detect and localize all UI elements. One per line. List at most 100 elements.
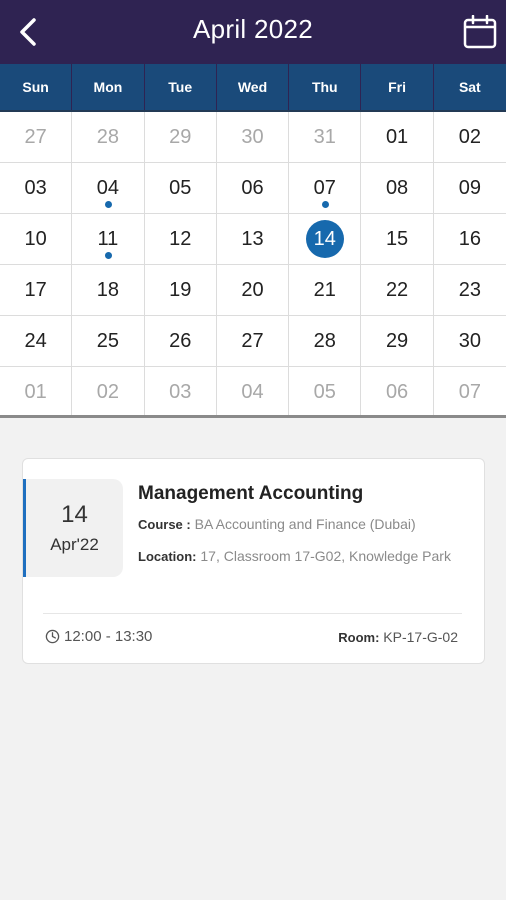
course-label: Course : bbox=[138, 517, 191, 532]
calendar-bottom-divider bbox=[0, 415, 506, 418]
day-number: 18 bbox=[96, 279, 120, 301]
event-day: 14 bbox=[61, 501, 88, 528]
day-number: 25 bbox=[96, 330, 120, 352]
calendar-day[interactable]: 18 bbox=[72, 265, 145, 316]
app-header: April 2022 bbox=[0, 0, 506, 64]
calendar-day[interactable]: 12 bbox=[144, 214, 217, 265]
calendar-day[interactable]: 17 bbox=[0, 265, 73, 316]
weekday-thu: Thu bbox=[289, 64, 362, 110]
calendar-day[interactable]: 13 bbox=[216, 214, 290, 265]
event-room: Room: KP-17-G-02 bbox=[338, 629, 458, 645]
weekday-fri: Fri bbox=[361, 64, 434, 110]
event-date-box: 14 Apr'22 bbox=[23, 479, 123, 577]
calendar-day[interactable]: 09 bbox=[433, 163, 506, 214]
course-value: BA Accounting and Finance (Dubai) bbox=[194, 516, 416, 532]
day-number: 21 bbox=[313, 279, 336, 301]
day-number: 02 bbox=[458, 126, 481, 148]
calendar-day[interactable]: 27 bbox=[216, 316, 290, 367]
calendar-day[interactable]: 24 bbox=[0, 316, 73, 367]
event-course: Course : BA Accounting and Finance (Duba… bbox=[138, 510, 473, 539]
weekday-sat: Sat bbox=[458, 79, 481, 95]
calendar-day[interactable]: 03 bbox=[144, 367, 217, 418]
day-number: 07 bbox=[458, 381, 481, 403]
calendar-day[interactable]: 29 bbox=[361, 316, 434, 367]
calendar-day[interactable]: 05 bbox=[289, 367, 362, 418]
calendar-day-selected[interactable]: 14 bbox=[289, 214, 362, 265]
calendar-day[interactable]: 22 bbox=[361, 265, 434, 316]
day-number: 03 bbox=[24, 177, 47, 199]
calendar-day[interactable]: 28 bbox=[72, 112, 145, 163]
day-number: 27 bbox=[241, 330, 264, 352]
day-number: 03 bbox=[169, 381, 192, 403]
calendar-day[interactable]: 31 bbox=[289, 112, 362, 163]
event-indicator-dot bbox=[104, 252, 112, 259]
location-label: Location: bbox=[138, 549, 197, 564]
calendar-day[interactable]: 07 bbox=[289, 163, 362, 214]
event-title: Management Accounting bbox=[138, 483, 364, 504]
calendar-day[interactable]: 28 bbox=[289, 316, 362, 367]
day-number: 04 bbox=[241, 381, 264, 403]
calendar-day[interactable]: 30 bbox=[433, 316, 506, 367]
calendar-day[interactable]: 10 bbox=[0, 214, 73, 265]
card-divider bbox=[43, 613, 462, 614]
clock-icon bbox=[45, 629, 60, 644]
day-number: 22 bbox=[385, 279, 409, 301]
day-number: 27 bbox=[24, 126, 47, 148]
day-number: 29 bbox=[385, 330, 409, 352]
calendar-day[interactable]: 26 bbox=[144, 316, 217, 367]
day-number: 28 bbox=[313, 330, 336, 352]
day-number: 09 bbox=[458, 177, 481, 199]
calendar-day[interactable]: 30 bbox=[216, 112, 290, 163]
day-number: 28 bbox=[96, 126, 120, 148]
calendar-day[interactable]: 04 bbox=[72, 163, 145, 214]
calendar-day[interactable]: 05 bbox=[144, 163, 217, 214]
calendar-day[interactable]: 03 bbox=[0, 163, 73, 214]
calendar-day[interactable]: 11 bbox=[72, 214, 145, 265]
day-number: 17 bbox=[24, 279, 47, 301]
day-number: 05 bbox=[313, 381, 336, 403]
calendar-day[interactable]: 20 bbox=[216, 265, 290, 316]
calendar-day[interactable]: 21 bbox=[289, 265, 362, 316]
weekday-header-row: Sun Mon Tue Wed Thu Fri Sat bbox=[0, 64, 506, 112]
day-number: 30 bbox=[241, 126, 264, 148]
event-card[interactable]: 14 Apr'22 Management Accounting Course :… bbox=[22, 458, 485, 664]
day-number: 19 bbox=[169, 279, 192, 301]
day-number: 31 bbox=[313, 126, 336, 148]
calendar-day[interactable]: 07 bbox=[433, 367, 506, 418]
calendar-day[interactable]: 19 bbox=[144, 265, 217, 316]
day-number: 10 bbox=[24, 228, 47, 250]
calendar-day[interactable]: 04 bbox=[216, 367, 290, 418]
day-number: 01 bbox=[385, 126, 409, 148]
calendar-day[interactable]: 15 bbox=[361, 214, 434, 265]
calendar-icon bbox=[463, 15, 497, 49]
calendar-day[interactable]: 01 bbox=[0, 367, 73, 418]
day-number: 14 bbox=[305, 220, 344, 258]
page-title: April 2022 bbox=[192, 14, 314, 44]
calendar-day[interactable]: 06 bbox=[216, 163, 290, 214]
day-number: 12 bbox=[169, 228, 192, 250]
calendar-day[interactable]: 16 bbox=[433, 214, 506, 265]
event-indicator-dot bbox=[321, 201, 329, 208]
day-number: 26 bbox=[169, 330, 192, 352]
calendar-day[interactable]: 02 bbox=[72, 367, 145, 418]
weekday-wed: Wed bbox=[217, 64, 290, 110]
room-value: KP-17-G-02 bbox=[383, 629, 458, 645]
event-time: 12:00 - 13:30 bbox=[45, 628, 152, 645]
calendar-day[interactable]: 23 bbox=[433, 265, 506, 316]
calendar-view-button[interactable] bbox=[460, 12, 500, 52]
calendar-day[interactable]: 08 bbox=[361, 163, 434, 214]
day-number: 15 bbox=[385, 228, 409, 250]
calendar-day[interactable]: 02 bbox=[433, 112, 506, 163]
event-month: Apr'22 bbox=[50, 535, 99, 554]
calendar-day[interactable]: 29 bbox=[144, 112, 217, 163]
calendar-day[interactable]: 25 bbox=[72, 316, 145, 367]
calendar-day[interactable]: 06 bbox=[361, 367, 434, 418]
day-number: 16 bbox=[458, 228, 481, 250]
room-label: Room: bbox=[338, 630, 380, 645]
day-number: 20 bbox=[241, 279, 264, 301]
calendar-day[interactable]: 01 bbox=[361, 112, 434, 163]
location-value: 17, Classroom 17-G02, Knowledge Park bbox=[200, 548, 451, 564]
event-indicator-dot bbox=[104, 201, 112, 208]
calendar-day[interactable]: 27 bbox=[0, 112, 73, 163]
day-number: 08 bbox=[385, 177, 409, 199]
